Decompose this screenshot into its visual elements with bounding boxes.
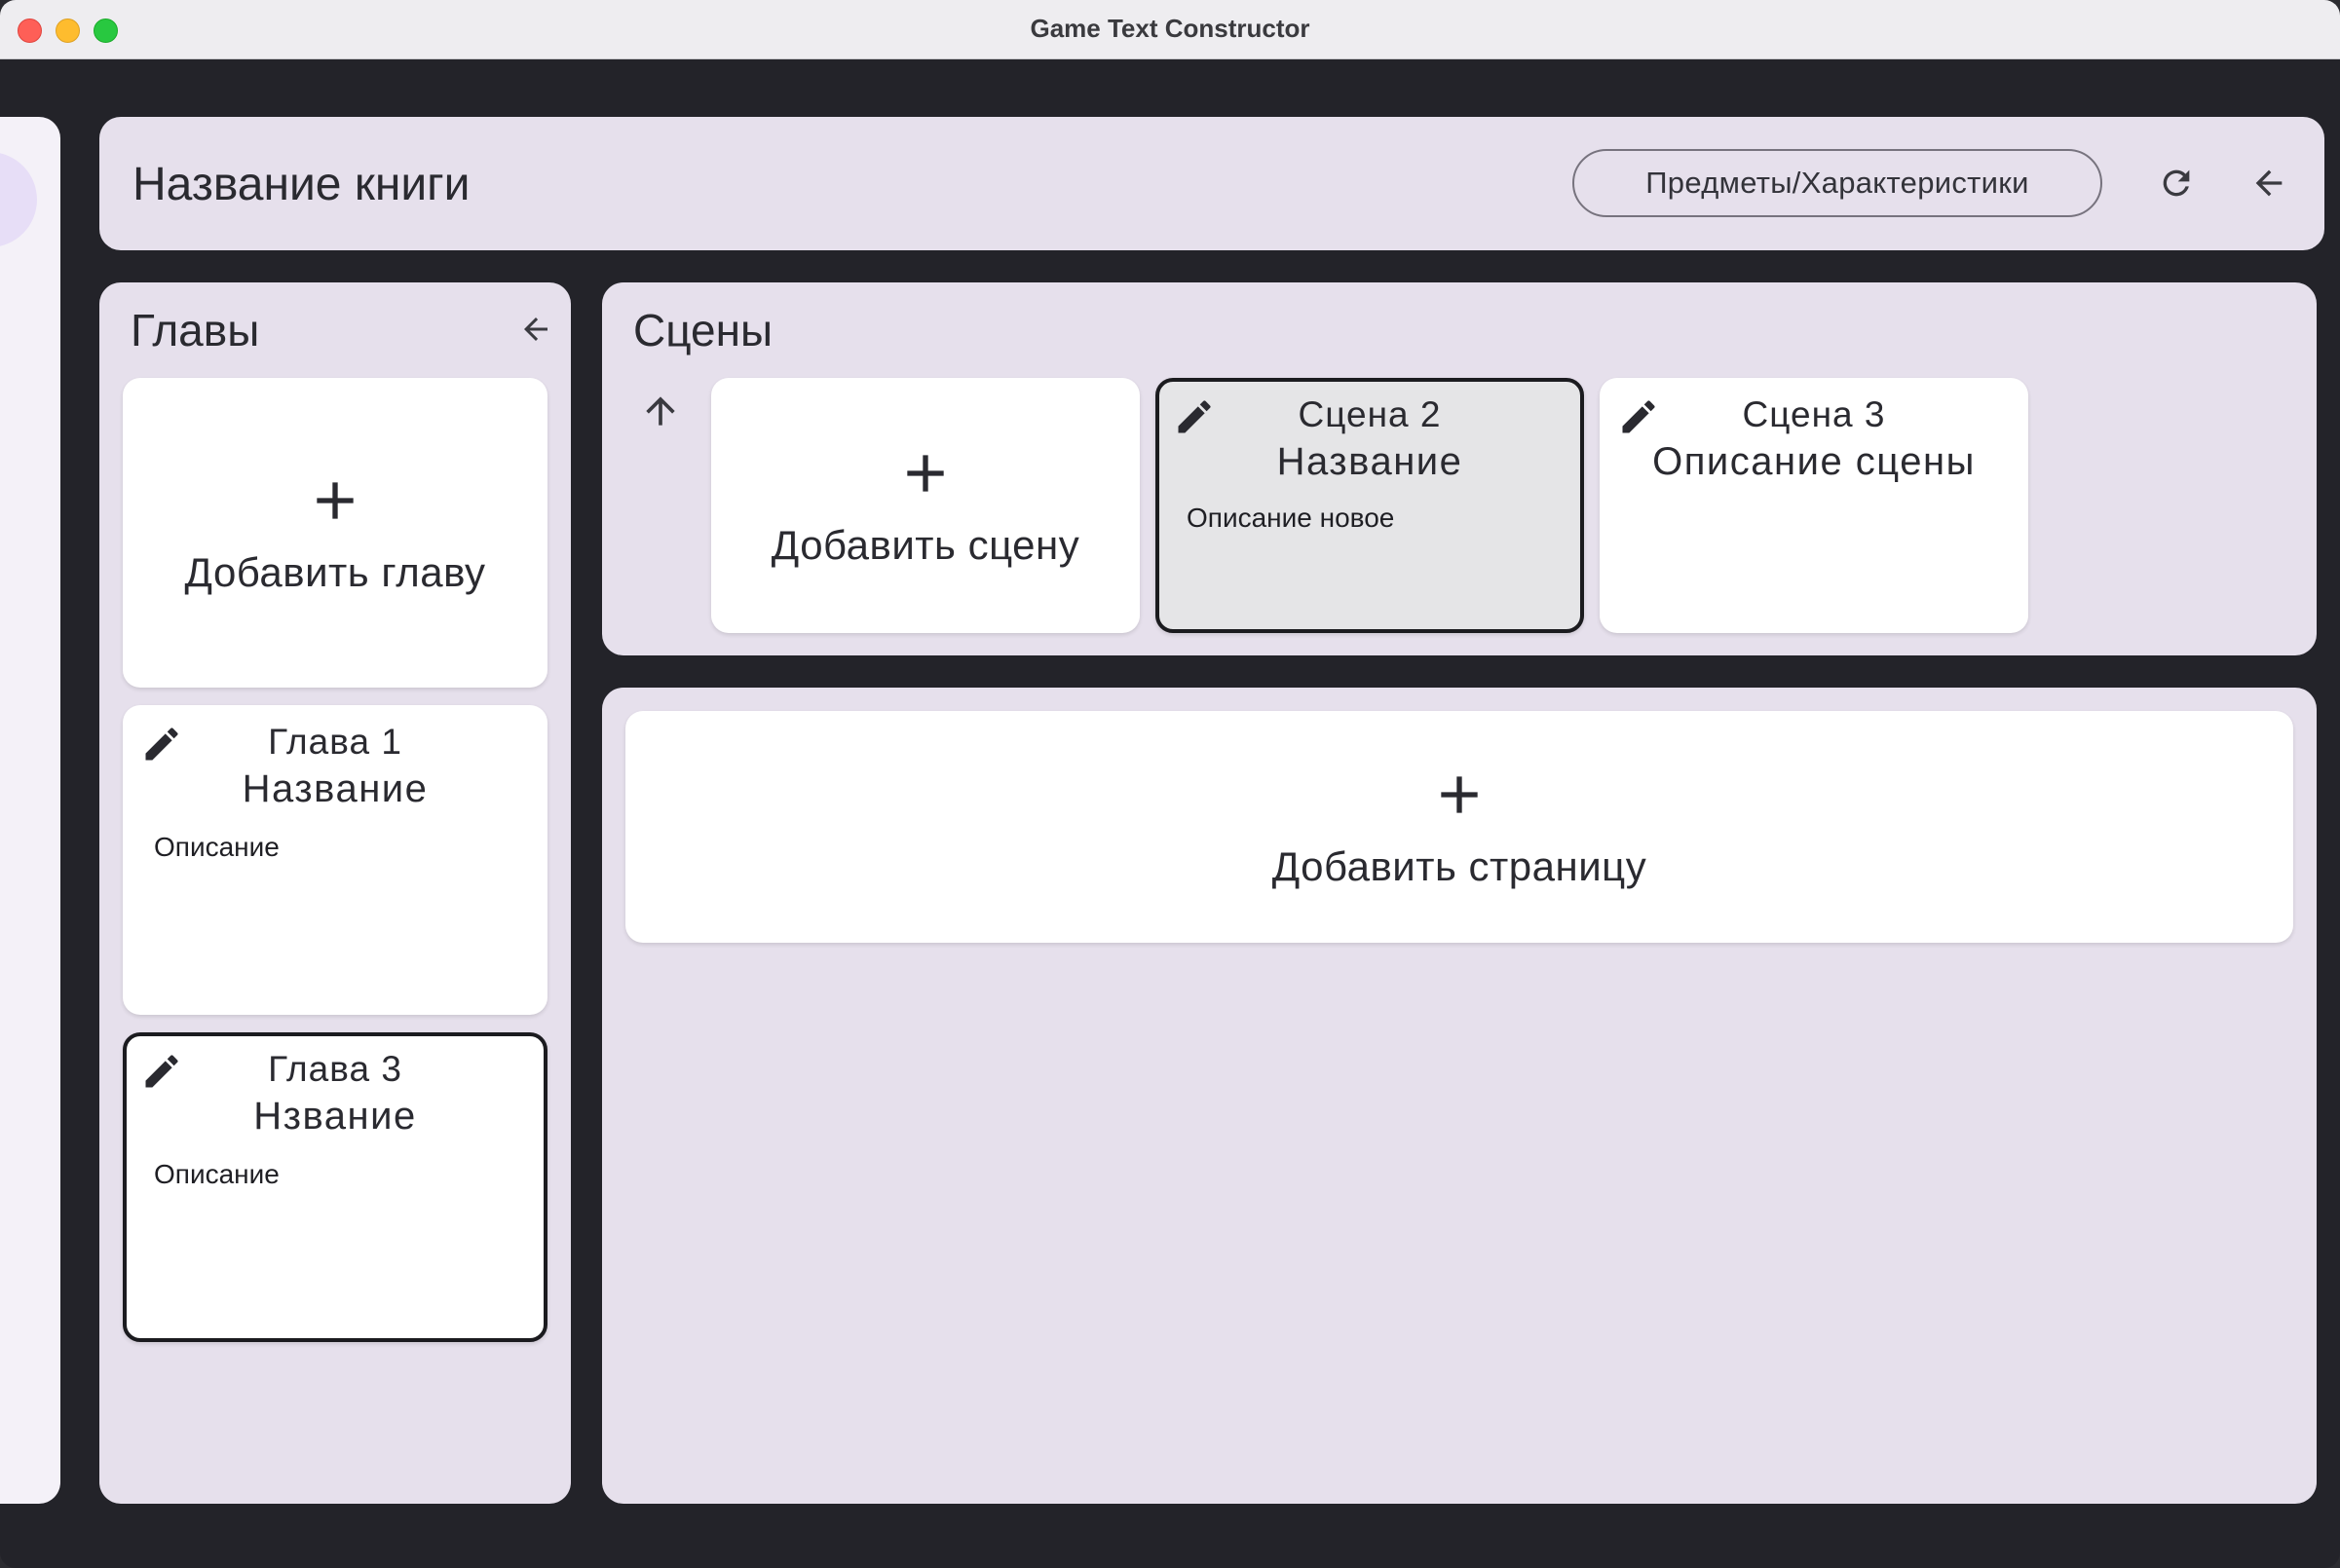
scene-name: Название	[1276, 440, 1463, 483]
refresh-button[interactable]	[2147, 154, 2206, 212]
scene-card-selected[interactable]: Сцена 2 Название Описание новое	[1155, 378, 1584, 633]
rail-indicator[interactable]	[0, 152, 37, 247]
chapter-name: Нзвание	[253, 1095, 417, 1138]
scene-number: Сцена 2	[1298, 394, 1442, 434]
plus-icon	[907, 455, 944, 492]
arrow-back-icon	[524, 317, 547, 341]
add-page-label: Добавить страницу	[1271, 843, 1647, 889]
items-characteristics-button[interactable]: Предметы/Характеристики	[1572, 149, 2102, 217]
scenes-title: Сцены	[633, 305, 774, 355]
chapter-card-selected[interactable]: Глава 3 Нзвание Описание	[123, 1032, 547, 1342]
plus-icon	[1441, 776, 1478, 813]
chapter-card[interactable]: Глава 1 Название Описание	[123, 705, 547, 1015]
scene-number: Сцена 3	[1742, 394, 1886, 434]
plus-icon	[317, 482, 354, 519]
title-bar: Game Text Constructor	[0, 0, 2340, 59]
window-title: Game Text Constructor	[1030, 14, 1310, 43]
scene-card[interactable]: Сцена 3 Описание сцены	[1600, 378, 2028, 633]
add-page-card[interactable]: Добавить страницу	[625, 711, 2293, 943]
book-header: Название книги Предметы/Характеристики	[99, 117, 2324, 250]
add-scene-card[interactable]: Добавить сцену	[711, 378, 1140, 633]
scene-name: Описание сцены	[1652, 440, 1976, 483]
back-button[interactable]	[2240, 154, 2298, 212]
pages-panel: Добавить страницу	[602, 688, 2317, 1504]
scenes-panel: Сцены Добавить сцену Сцена 2 Название Оп…	[602, 282, 2317, 655]
chapter-number: Глава 1	[268, 722, 402, 762]
chapter-description: Описание	[154, 1159, 280, 1189]
side-rail	[0, 117, 60, 1504]
chapters-title: Главы	[131, 305, 260, 355]
app-window: Game Text Constructor Название книги Пре…	[0, 0, 2340, 1568]
chapters-panel: Главы Добавить главу Глава 1 Название Оп…	[99, 282, 571, 1504]
add-scene-label: Добавить сцену	[771, 522, 1080, 568]
arrow-back-icon	[2255, 169, 2283, 197]
add-chapter-label: Добавить главу	[184, 549, 486, 595]
chapter-name: Название	[242, 767, 429, 810]
arrow-up-icon[interactable]	[639, 390, 682, 432]
chapter-description: Описание	[154, 832, 280, 862]
book-title: Название книги	[132, 159, 471, 210]
collapse-chapters-button[interactable]	[509, 302, 563, 356]
scene-description: Описание новое	[1187, 503, 1395, 533]
refresh-icon	[2163, 169, 2190, 197]
chapter-number: Глава 3	[268, 1049, 402, 1089]
add-chapter-card[interactable]: Добавить главу	[123, 378, 547, 688]
